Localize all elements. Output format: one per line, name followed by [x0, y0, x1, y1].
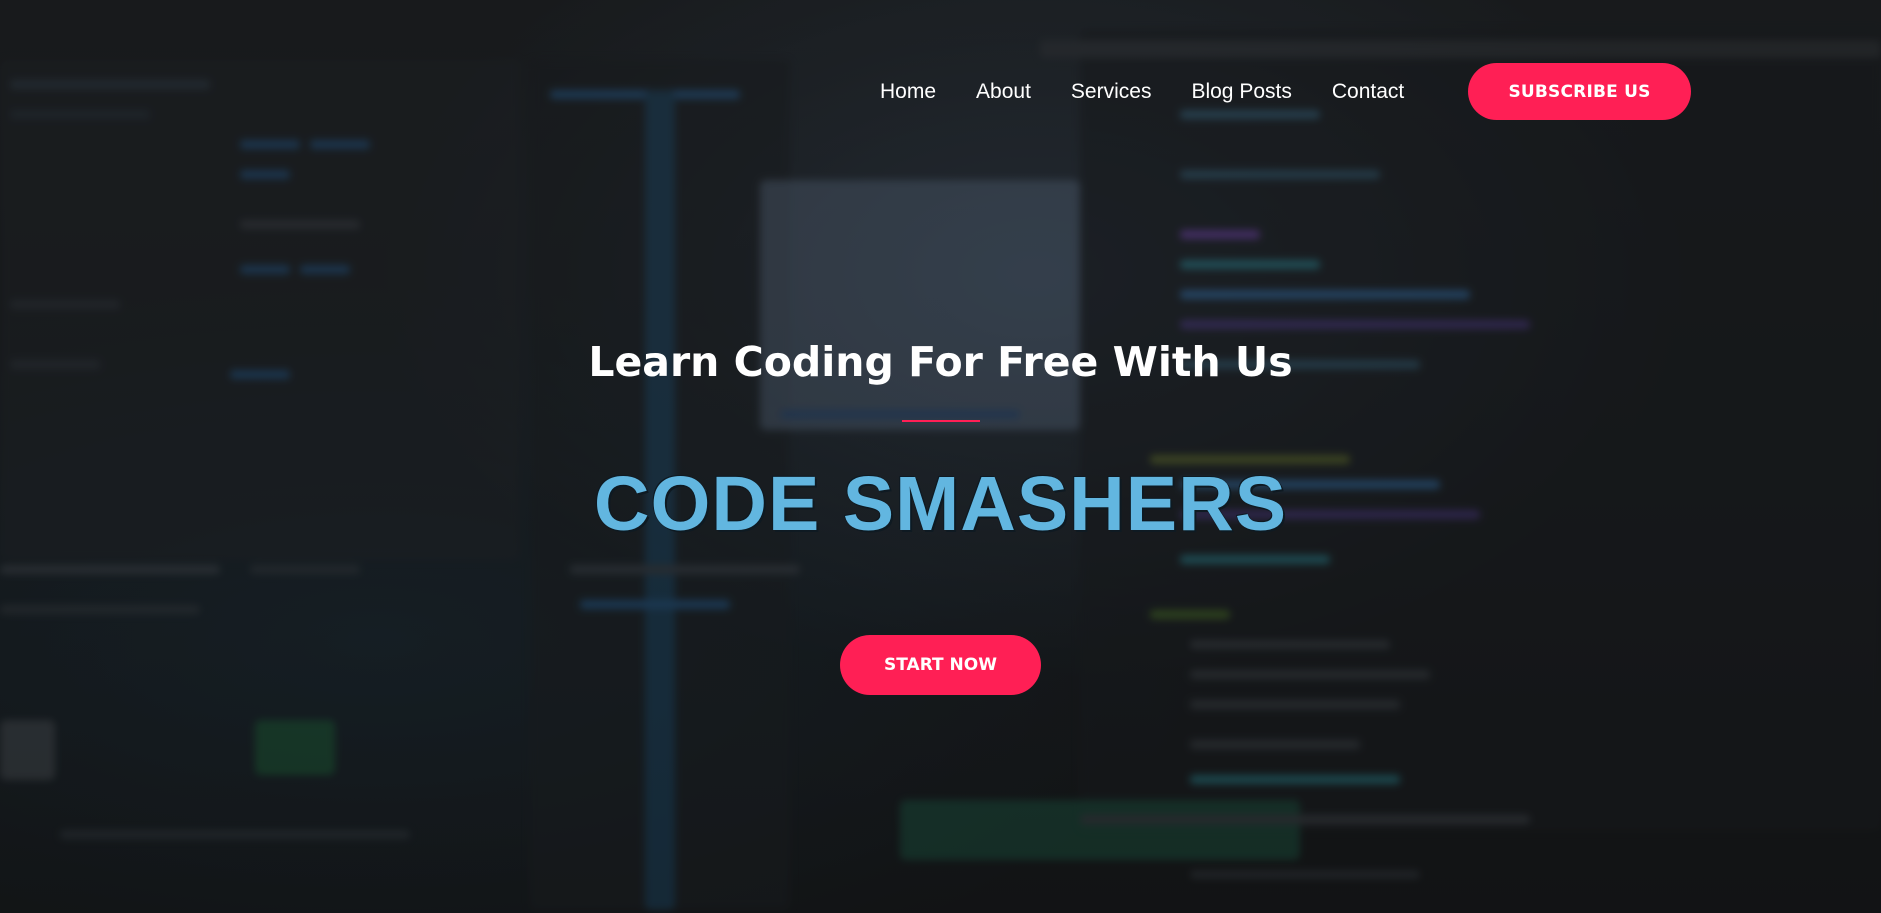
nav-item-home[interactable]: Home	[880, 80, 936, 104]
main-nav: Home About Services Blog Posts Contact S…	[0, 63, 1881, 121]
background-overlay	[0, 0, 1881, 913]
nav-links: Home About Services Blog Posts Contact	[880, 63, 1404, 121]
hero-section: Home About Services Blog Posts Contact S…	[0, 0, 1881, 913]
hero-tagline: Learn Coding For Free With Us	[588, 338, 1293, 386]
subscribe-button[interactable]: SUBSCRIBE US	[1468, 63, 1691, 120]
nav-item-about[interactable]: About	[976, 80, 1031, 104]
nav-item-contact[interactable]: Contact	[1332, 80, 1404, 104]
tagline-divider	[902, 420, 980, 422]
start-now-button[interactable]: START NOW	[840, 635, 1041, 695]
brand-title: CODE SMASHERS	[593, 461, 1288, 547]
nav-item-blog-posts[interactable]: Blog Posts	[1191, 80, 1291, 104]
nav-item-services[interactable]: Services	[1071, 80, 1152, 104]
